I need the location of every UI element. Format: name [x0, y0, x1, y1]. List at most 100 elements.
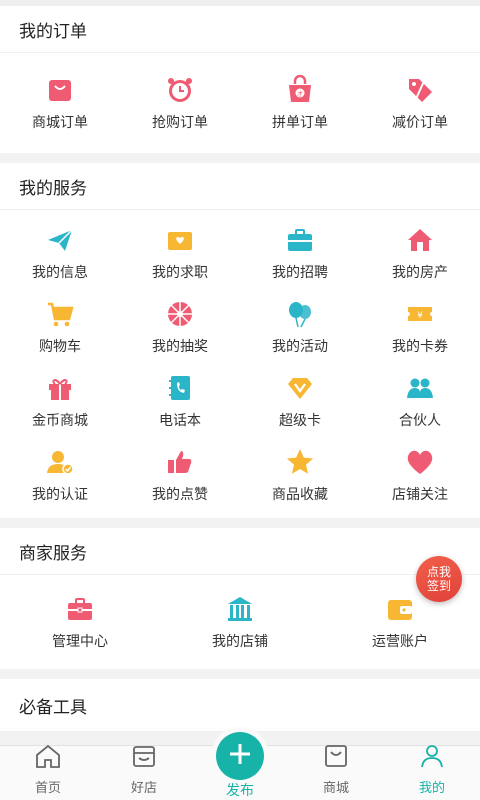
order-flash[interactable]: 抢购订单: [120, 53, 240, 153]
service-partner[interactable]: 合伙人: [360, 364, 480, 438]
plus-icon: [226, 740, 254, 772]
briefcase-icon: [285, 225, 315, 255]
lottery-wheel-icon: [165, 299, 195, 329]
order-flash-label: 抢购订单: [152, 114, 208, 131]
toolbox-icon: [65, 594, 95, 624]
tools-section: 必备工具: [0, 679, 480, 732]
merchant-store[interactable]: 我的店铺: [160, 575, 320, 669]
coupon-icon: ¥: [405, 299, 435, 329]
publish-label: 发布: [226, 783, 254, 799]
service-coupon[interactable]: ¥ 我的卡券: [360, 290, 480, 364]
tab-profile-label: 我的: [418, 781, 445, 796]
service-favorites-label: 商品收藏: [272, 486, 328, 503]
wallet-icon: [385, 594, 415, 624]
checkin-line2: 签到: [426, 579, 451, 593]
service-coin-mall-label: 金币商城: [32, 412, 88, 429]
service-activity-label: 我的活动: [272, 338, 328, 355]
price-tag-icon: [405, 75, 435, 105]
service-info-label: 我的信息: [32, 264, 88, 281]
orders-grid: 商城订单 抢购订单 オ 拼单订单 减价订单: [0, 53, 480, 153]
store-icon: [225, 594, 255, 624]
orders-section: 我的订单 商城订单 抢购订单 オ 拼单订单 减价订单: [0, 6, 480, 153]
service-cart[interactable]: 购物车: [0, 290, 120, 364]
checkin-button[interactable]: 点我 签到: [416, 556, 462, 602]
checkin-line1: 点我: [426, 565, 451, 579]
tab-home[interactable]: 首页: [0, 744, 96, 800]
service-info[interactable]: 我的信息: [0, 216, 120, 290]
tab-shops[interactable]: 好店: [96, 746, 192, 800]
gap: [0, 153, 480, 163]
order-group-label: 拼单订单: [272, 114, 328, 131]
profile-icon: [418, 742, 446, 774]
service-house[interactable]: 我的房产: [360, 216, 480, 290]
service-likes-label: 我的点赞: [152, 486, 208, 503]
house-icon: [405, 225, 435, 255]
shop-icon: [130, 742, 158, 774]
service-activity[interactable]: 我的活动: [240, 290, 360, 364]
service-favorites[interactable]: 商品收藏: [240, 438, 360, 512]
tab-profile[interactable]: 我的: [384, 745, 480, 800]
group-buy-bag-icon: オ: [285, 74, 315, 105]
gift-icon: [45, 373, 75, 403]
service-follow-shop[interactable]: 店铺关注: [360, 438, 480, 512]
service-partner-label: 合伙人: [399, 412, 441, 429]
merchant-section: 商家服务 管理中心 我的店铺 运营账户: [0, 528, 480, 669]
svg-text:¥: ¥: [417, 311, 423, 321]
service-likes[interactable]: 我的点赞: [120, 438, 240, 512]
service-lottery[interactable]: 我的抽奖: [120, 290, 240, 364]
merchant-account-label: 运营账户: [372, 633, 428, 650]
tab-mall[interactable]: 商城: [288, 745, 384, 800]
mall-bag-icon: [322, 742, 350, 774]
publish-button[interactable]: [216, 732, 264, 780]
service-super-card-label: 超级卡: [279, 412, 321, 429]
service-coin-mall[interactable]: 金币商城: [0, 364, 120, 438]
order-discount[interactable]: 减价订单: [360, 53, 480, 153]
order-mall-label: 商城订单: [32, 114, 88, 131]
services-title: 我的服务: [0, 163, 480, 210]
svg-text:オ: オ: [297, 90, 304, 98]
service-house-label: 我的房产: [392, 264, 448, 281]
partners-icon: [405, 373, 435, 403]
service-phonebook-label: 电话本: [159, 412, 201, 429]
service-hire[interactable]: 我的招聘: [240, 216, 360, 290]
heart-icon: [405, 447, 435, 477]
cart-icon: [45, 299, 75, 329]
service-phonebook[interactable]: 电话本: [120, 364, 240, 438]
services-grid: 我的信息 我的求职 我的招聘 我的房产 购物车 我的抽奖 我的活动 ¥ 我的卡券…: [0, 210, 480, 518]
service-super-card[interactable]: 超级卡: [240, 364, 360, 438]
paper-plane-icon: [45, 225, 75, 255]
service-follow-shop-label: 店铺关注: [392, 486, 448, 503]
merchant-management-label: 管理中心: [52, 633, 108, 650]
shopping-bag-icon: [45, 75, 75, 105]
orders-title: 我的订单: [0, 6, 480, 53]
alarm-clock-icon: [165, 75, 195, 105]
heart-envelope-icon: [165, 225, 195, 255]
tab-shops-label: 好店: [130, 781, 157, 796]
services-section: 我的服务 我的信息 我的求职 我的招聘 我的房产 购物车 我的抽奖 我的活动 ¥…: [0, 163, 480, 518]
thumbs-up-icon: [165, 447, 195, 477]
order-group[interactable]: オ 拼单订单: [240, 53, 360, 153]
order-mall[interactable]: 商城订单: [0, 53, 120, 153]
service-hire-label: 我的招聘: [272, 264, 328, 281]
service-job[interactable]: 我的求职: [120, 216, 240, 290]
merchant-management[interactable]: 管理中心: [0, 575, 160, 669]
balloons-icon: [285, 299, 315, 329]
phone-book-icon: [165, 373, 195, 403]
tab-home-label: 首页: [34, 781, 61, 796]
tab-mall-label: 商城: [322, 781, 349, 796]
tools-title: 必备工具: [0, 679, 480, 732]
gap: [0, 518, 480, 528]
service-lottery-label: 我的抽奖: [152, 338, 208, 355]
service-job-label: 我的求职: [152, 264, 208, 281]
gap: [0, 669, 480, 679]
merchant-store-label: 我的店铺: [212, 633, 268, 650]
service-verify[interactable]: 我的认证: [0, 438, 120, 512]
merchant-grid: 管理中心 我的店铺 运营账户: [0, 575, 480, 669]
diamond-v-icon: [285, 373, 315, 403]
service-coupon-label: 我的卡券: [392, 338, 448, 355]
service-cart-label: 购物车: [39, 338, 81, 355]
order-discount-label: 减价订单: [392, 114, 448, 131]
verified-user-icon: [45, 447, 75, 477]
merchant-title: 商家服务: [0, 528, 480, 575]
home-icon: [34, 742, 62, 774]
